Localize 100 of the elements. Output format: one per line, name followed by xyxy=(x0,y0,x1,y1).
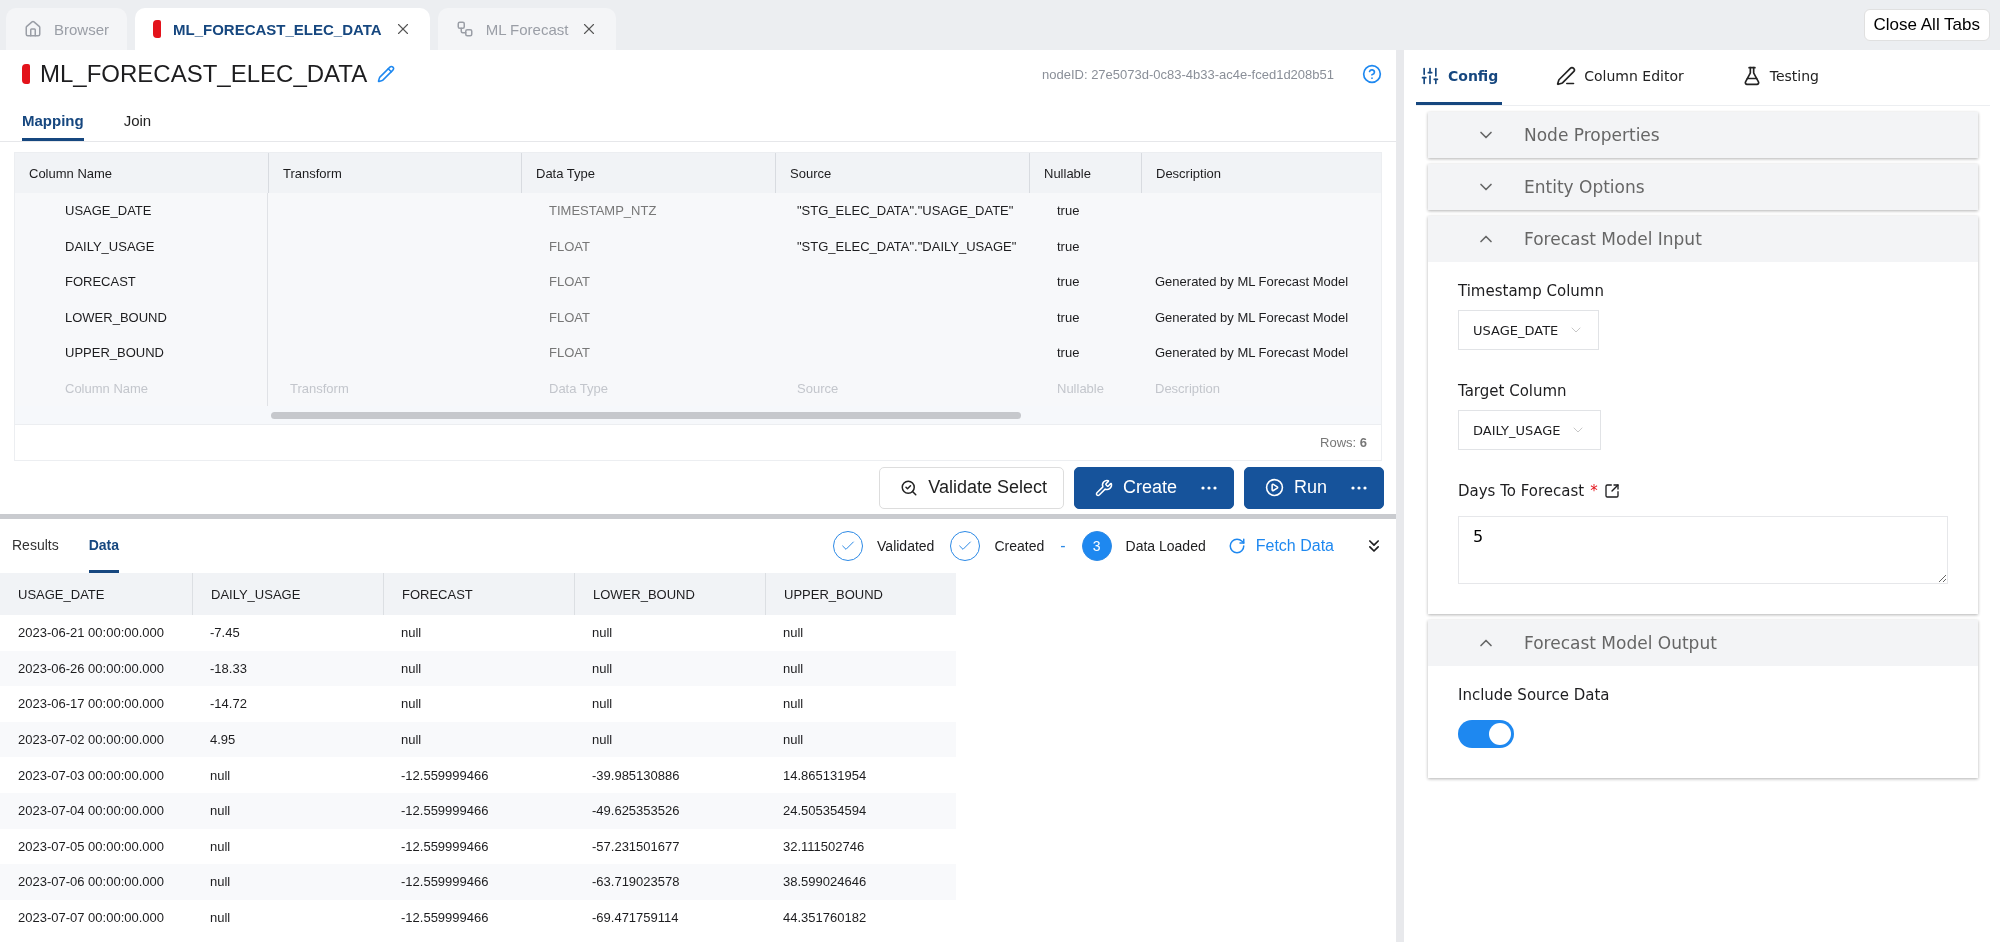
node-marker-icon xyxy=(153,20,161,38)
table-cell: DAILY_USAGE xyxy=(15,228,268,264)
scrollbar-thumb[interactable] xyxy=(271,411,1021,419)
tab[interactable]: Join xyxy=(123,98,152,141)
table-cell: -12.559999466 xyxy=(383,792,574,829)
table-cell-text: FLOAT xyxy=(548,308,591,327)
column-header: Nullable xyxy=(1029,153,1141,193)
table-cell: 2023-07-02 00:00:00.000 xyxy=(0,721,192,758)
table-cell: null xyxy=(574,721,765,758)
check-circle-icon xyxy=(833,531,864,561)
table-cell-text: Generated by ML Forecast Model xyxy=(1154,273,1350,292)
table-cell: FORECAST xyxy=(15,264,268,300)
table-cell-text: "STG_ELEC_DATA"."DAILY_USAGE" xyxy=(796,237,1018,256)
text-area[interactable]: 5 xyxy=(1458,516,1948,584)
pen-icon xyxy=(1556,66,1577,86)
step-label: Data Loaded xyxy=(1125,538,1206,554)
table-cell: null xyxy=(383,721,574,758)
select-dropdown[interactable]: DAILY_USAGE xyxy=(1458,410,1602,450)
table-cell: null xyxy=(192,864,383,900)
column-header: LOWER_BOUND xyxy=(574,573,765,615)
refresh-icon xyxy=(1227,537,1246,555)
field-label: Target Column xyxy=(1458,382,1568,400)
column-header: UPPER_BOUND xyxy=(765,573,956,615)
external-link-icon[interactable] xyxy=(1603,483,1620,499)
wrench-icon xyxy=(1095,478,1113,497)
node-marker-icon xyxy=(22,64,30,84)
home-icon xyxy=(24,20,42,38)
table-cell: -49.625353526 xyxy=(574,792,765,829)
accordion-header[interactable]: Node Properties xyxy=(1428,112,1978,158)
row-count: Rows: 6 xyxy=(1320,435,1367,450)
more-icon xyxy=(1201,485,1217,490)
required-mark: * xyxy=(1590,482,1598,500)
step-number: 3 xyxy=(1081,531,1112,561)
table-cell: -18.33 xyxy=(192,650,383,687)
action-button[interactable]: Validate Select xyxy=(879,466,1064,509)
tab[interactable]: Config xyxy=(1416,50,1503,105)
tab[interactable]: Mapping xyxy=(22,98,84,141)
column-header: Data Type xyxy=(521,153,775,193)
table-cell-text: true xyxy=(1056,273,1081,292)
table-cell: 2023-06-26 00:00:00.000 xyxy=(0,650,192,687)
check-circle-icon xyxy=(950,531,981,561)
select-dropdown[interactable]: USAGE_DATE xyxy=(1458,310,1600,350)
tab[interactable]: Testing xyxy=(1737,50,1823,105)
table-cell: 24.505354594 xyxy=(765,792,956,829)
table-cell-text: FLOAT xyxy=(548,344,591,363)
table-cell-text: true xyxy=(1056,202,1081,221)
table-cell: -12.559999466 xyxy=(383,864,574,900)
search-icon xyxy=(900,478,919,497)
table-cell-text: true xyxy=(1056,344,1081,363)
table-cell: null xyxy=(574,650,765,687)
table-cell: 2023-07-06 00:00:00.000 xyxy=(0,864,192,900)
fetch-data-link[interactable]: Fetch Data xyxy=(1227,537,1334,555)
edit-icon[interactable] xyxy=(377,65,396,83)
accordion-header[interactable]: Entity Options xyxy=(1428,164,1978,210)
column-header: Column Name xyxy=(15,153,268,193)
table-cell: null xyxy=(383,650,574,687)
table-cell: 2023-07-04 00:00:00.000 xyxy=(0,792,192,829)
column-header: USAGE_DATE xyxy=(0,573,192,615)
table-cell: null xyxy=(765,721,956,758)
table-cell-text: TIMESTAMP_NTZ xyxy=(548,202,658,221)
accordion-header[interactable]: Forecast Model Output xyxy=(1428,620,1978,666)
table-cell: 4.95 xyxy=(192,721,383,758)
step-label: Created xyxy=(994,538,1045,554)
field-label: Days To Forecast xyxy=(1458,482,1585,500)
table-cell-text: Generated by ML Forecast Model xyxy=(1154,308,1350,327)
table-cell-text: FLOAT xyxy=(548,273,591,292)
table-cell: null xyxy=(192,792,383,829)
close-all-tabs-button[interactable]: Close All Tabs xyxy=(1863,9,1990,41)
column-header: Description xyxy=(1141,153,1381,193)
table-cell: -63.719023578 xyxy=(574,864,765,900)
more-icon xyxy=(1351,485,1367,490)
table-cell: UPPER_BOUND xyxy=(15,335,268,371)
table-cell: LOWER_BOUND xyxy=(15,299,268,335)
table-cell-text: Generated by ML Forecast Model xyxy=(1154,344,1350,363)
table-cell: USAGE_DATE xyxy=(15,193,268,229)
table-cell-text: FLOAT xyxy=(548,237,591,256)
play-icon xyxy=(1265,478,1284,497)
flow-diagram-icon xyxy=(455,20,474,38)
sliders-icon xyxy=(1420,66,1440,86)
table-cell: 38.599024646 xyxy=(765,864,956,900)
table-cell-text: "STG_ELEC_DATA"."USAGE_DATE" xyxy=(796,202,1015,221)
field-label: Timestamp Column xyxy=(1458,282,1605,300)
table-cell-text: true xyxy=(1056,237,1081,256)
accordion-header[interactable]: Forecast Model Input xyxy=(1428,216,1978,262)
help-icon[interactable] xyxy=(1362,64,1382,84)
column-header: Transform xyxy=(268,153,521,193)
field-label: Include Source Data xyxy=(1458,686,1611,704)
node-id: nodeID: 27e5073d-0c83-4b33-ac4e-fced1d208b51 xyxy=(1042,66,1334,82)
action-button[interactable]: Create xyxy=(1074,466,1234,509)
table-cell: null xyxy=(765,650,956,687)
step-label: Validated xyxy=(877,538,935,554)
column-header: FORECAST xyxy=(383,573,574,615)
column-header: DAILY_USAGE xyxy=(192,573,383,615)
toggle-switch[interactable] xyxy=(1458,720,1514,748)
tab[interactable]: Results xyxy=(12,519,59,573)
tab[interactable]: ML_FORECAST_ELEC_DATA xyxy=(135,8,430,50)
node-title: ML_FORECAST_ELEC_DATA xyxy=(40,60,368,88)
table-cell-text: true xyxy=(1056,308,1081,327)
action-button[interactable]: Run xyxy=(1244,466,1384,509)
tab[interactable]: Column Editor xyxy=(1552,50,1688,105)
